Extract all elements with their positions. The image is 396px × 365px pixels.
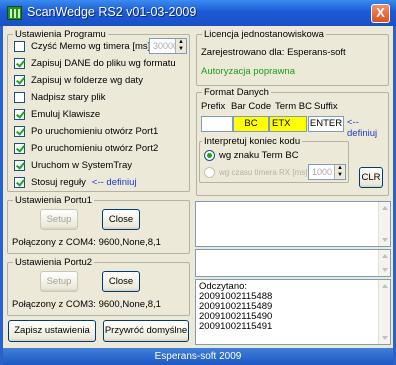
- term-field[interactable]: ETX: [269, 116, 307, 132]
- clear-memo-label: Czyść Memo wg timera [ms]: [31, 41, 151, 52]
- rx-spinner-arrows-icon[interactable]: ▲ ▼: [334, 165, 345, 179]
- restore-defaults-button[interactable]: Przywróć domyślne: [103, 320, 189, 342]
- rules-checkbox[interactable]: [14, 177, 25, 188]
- port1-legend: Ustawienia Portu1: [13, 195, 95, 206]
- input-memo[interactable]: [195, 201, 391, 247]
- read-log[interactable]: Odczytano: 20091002115488 20091002115489…: [195, 279, 391, 345]
- port2-close-button[interactable]: Close: [102, 271, 140, 292]
- open-port1-label: Po uruchomieniu otwórz Port1: [31, 126, 159, 137]
- define-rules-link[interactable]: <-- definiuj: [92, 177, 137, 188]
- rx-timer-spinner[interactable]: 1000 ▲ ▼: [308, 164, 346, 180]
- save-data-checkbox[interactable]: [14, 58, 25, 69]
- timer-label: wg czasu timera RX [ms]: [219, 168, 308, 177]
- clear-memo-option[interactable]: Czyść Memo wg timera [ms]: [14, 41, 150, 52]
- clr-button[interactable]: CLR: [359, 167, 383, 188]
- data-format-group: Format Danych Prefix Bar Code Term BC Su…: [196, 87, 389, 196]
- close-window-button[interactable]: X: [371, 4, 390, 23]
- port1-setup-button[interactable]: Setup: [40, 209, 78, 230]
- license-legend: Licencja jednostanowiskowa: [202, 29, 326, 40]
- port2-status: Połączony z COM3: 9600,None,8,1: [12, 299, 161, 310]
- open-port2-checkbox[interactable]: [14, 143, 25, 154]
- spinner-arrows-icon[interactable]: ▲ ▼: [175, 39, 186, 53]
- authorization-status: Autoryzacja poprawna: [201, 66, 295, 77]
- client-area: Ustawienia Programu Czyść Memo wg timera…: [3, 26, 393, 348]
- port2-setup-button[interactable]: Setup: [40, 271, 78, 292]
- rx-timer-value: 1000: [312, 167, 333, 177]
- port1-group: Ustawienia Portu1 Setup Close Połączony …: [7, 195, 190, 254]
- col-term-label: Term BC: [275, 101, 312, 112]
- prefix-field[interactable]: [201, 116, 233, 132]
- open-port1-checkbox[interactable]: [14, 126, 25, 137]
- clear-memo-checkbox[interactable]: [14, 41, 25, 52]
- status-bar: Esperans-soft 2009: [3, 348, 393, 365]
- systray-checkbox[interactable]: [14, 160, 25, 171]
- data-format-legend: Format Danych: [202, 87, 271, 98]
- overwrite-option[interactable]: Nadpisz stary plik: [14, 92, 105, 103]
- port2-legend: Ustawienia Portu2: [13, 257, 95, 268]
- emulate-keys-checkbox[interactable]: [14, 109, 25, 120]
- barcode-field[interactable]: BC: [233, 116, 269, 132]
- suffix-field[interactable]: ENTER: [308, 116, 344, 132]
- program-settings-legend: Ustawienia Programu: [13, 29, 108, 40]
- license-group: Licencja jednostanowiskowa Zarejestrowan…: [196, 29, 389, 86]
- registered-to-label: Zarejestrowano dla: Esperans-soft: [201, 47, 346, 58]
- col-barcode-label: Bar Code: [231, 101, 272, 112]
- timer-radio[interactable]: [204, 167, 215, 178]
- col-suffix-label: Suffix: [314, 101, 338, 112]
- title-bar[interactable]: ScanWedge RS2 v01-03-2009 X: [0, 0, 396, 26]
- col-prefix-label: Prefix: [201, 101, 226, 112]
- overwrite-label: Nadpisz stary plik: [31, 92, 106, 103]
- save-data-option[interactable]: Zapisuj DANE do pliku wg formatu: [14, 58, 176, 69]
- output-memo-scrollbar[interactable]: [378, 250, 390, 276]
- systray-label: Uruchom w SystemTray: [31, 160, 132, 171]
- systray-option[interactable]: Uruchom w SystemTray: [14, 160, 132, 171]
- save-folder-checkbox[interactable]: [14, 75, 25, 86]
- port1-close-button[interactable]: Close: [102, 209, 140, 230]
- save-folder-label: Zapisuj w folderze wg daty: [31, 75, 143, 86]
- open-port1-option[interactable]: Po uruchomieniu otwórz Port1: [14, 126, 158, 137]
- window-title: ScanWedge RS2 v01-03-2009: [27, 5, 197, 19]
- program-settings-group: Ustawienia Programu Czyść Memo wg timera…: [7, 29, 190, 192]
- app-icon: [7, 6, 22, 20]
- rules-option[interactable]: Stosuj reguły <-- definiuj: [14, 177, 137, 188]
- output-memo[interactable]: [195, 249, 391, 277]
- emulate-keys-label: Emuluj Klawisze: [31, 109, 101, 120]
- save-settings-button[interactable]: Zapisz ustawienia: [8, 320, 96, 342]
- port1-status: Połączony z COM4: 9600,None,8,1: [12, 237, 161, 248]
- open-port2-option[interactable]: Po uruchomieniu otwórz Port2: [14, 143, 158, 154]
- interpret-end-group: Interpretuj koniec kodu wg znaku Term BC…: [199, 136, 349, 183]
- term-char-label: wg znaku Term BC: [219, 150, 299, 161]
- log-line: 20091002115491: [199, 321, 273, 332]
- interpret-end-legend: Interpretuj koniec kodu: [202, 136, 303, 147]
- memo-timer-spinner[interactable]: 30000 ▲ ▼: [149, 38, 187, 54]
- rules-label: Stosuj reguły: [31, 177, 86, 188]
- overwrite-checkbox[interactable]: [14, 92, 25, 103]
- save-folder-option[interactable]: Zapisuj w folderze wg daty: [14, 75, 143, 86]
- timer-option[interactable]: wg czasu timera RX [ms]: [204, 167, 307, 178]
- save-data-label: Zapisuj DANE do pliku wg formatu: [31, 58, 176, 69]
- term-char-radio[interactable]: [204, 150, 215, 161]
- read-log-scrollbar[interactable]: [378, 280, 390, 344]
- format-fields-row: BC ETX ENTER <-- definiuj: [201, 116, 387, 139]
- port2-group: Ustawienia Portu2 Setup Close Połączony …: [7, 257, 190, 316]
- term-char-option[interactable]: wg znaku Term BC: [204, 150, 299, 161]
- emulate-keys-option[interactable]: Emuluj Klawisze: [14, 109, 100, 120]
- input-memo-scrollbar[interactable]: [378, 202, 390, 246]
- open-port2-label: Po uruchomieniu otwórz Port2: [31, 143, 159, 154]
- define-format-link[interactable]: <-- definiuj: [347, 117, 387, 139]
